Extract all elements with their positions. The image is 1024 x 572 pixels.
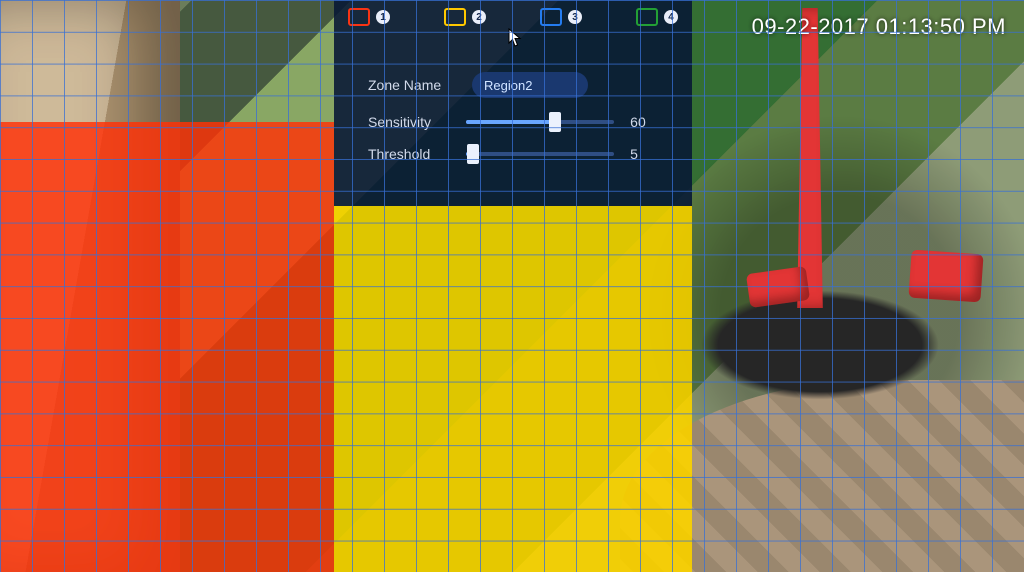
zone-tab-1[interactable]: 1 [344,6,394,28]
sensitivity-label: Sensitivity [368,114,450,130]
scene-cushion [908,250,983,303]
zone-config-panel: 1 2 3 4 Zone Name Sensitivity [334,0,692,206]
slider-thumb[interactable] [467,144,479,164]
camera-scene: 1 2 3 4 Zone Name Sensitivity [0,0,1024,572]
zone-tab-3[interactable]: 3 [536,6,586,28]
zone-tab-number: 3 [568,10,582,24]
zone-tab-number: 4 [664,10,678,24]
zone-region2-overlay[interactable] [334,206,692,572]
threshold-value: 5 [630,146,658,162]
zone-name-input[interactable] [472,72,588,98]
zone-name-label: Zone Name [368,77,456,93]
threshold-label: Threshold [368,146,450,162]
zone-name-row: Zone Name [334,64,692,106]
sensitivity-slider[interactable] [466,120,614,124]
zone-color-swatch-icon [636,8,658,26]
zone-tab-number: 1 [376,10,390,24]
zone-tab-4[interactable]: 4 [632,6,682,28]
sensitivity-value: 60 [630,114,658,130]
timestamp-osd: 09-22-2017 01:13:50 PM [752,14,1006,40]
zone-tab-bar: 1 2 3 4 [334,0,692,30]
slider-thumb[interactable] [549,112,561,132]
scene-umbrella [778,8,842,308]
zone-region1-overlay[interactable] [0,122,334,572]
sensitivity-row: Sensitivity 60 [334,106,692,138]
zone-tab-2[interactable]: 2 [440,6,490,28]
zone-tab-number: 2 [472,10,486,24]
zone-color-swatch-icon [348,8,370,26]
threshold-row: Threshold 5 [334,138,692,170]
zone-color-swatch-icon [540,8,562,26]
zone-color-swatch-icon [444,8,466,26]
threshold-slider[interactable] [466,152,614,156]
slider-fill [466,120,555,124]
